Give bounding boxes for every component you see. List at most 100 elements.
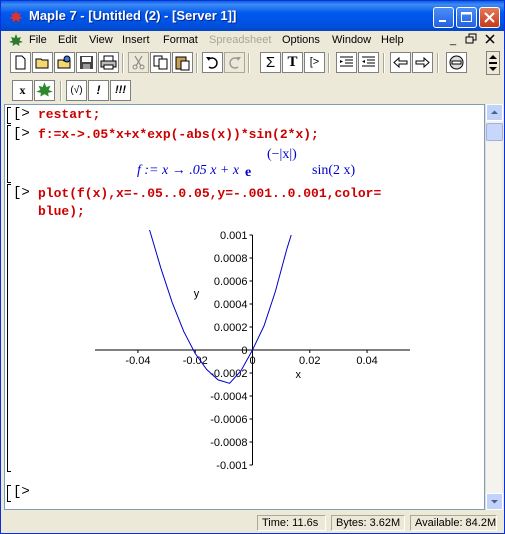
back-icon — [393, 56, 408, 69]
execute-button[interactable]: ! — [88, 80, 109, 101]
toolbar-separator — [437, 53, 439, 73]
redo-icon — [229, 57, 241, 69]
back-button[interactable] — [390, 52, 411, 73]
y-tick-label: 0.0002 — [214, 322, 248, 334]
outdent-button[interactable] — [336, 52, 357, 73]
toolbar-separator — [328, 53, 330, 73]
menu-options[interactable]: Options — [282, 34, 320, 46]
x-tick-label: 0.02 — [299, 355, 320, 367]
cut-button[interactable] — [128, 52, 149, 73]
title-bar[interactable]: Maple 7 - [Untitled (2) - [Server 1]] — [1, 1, 504, 31]
x-tick-label: -0.04 — [125, 355, 150, 367]
text-button[interactable]: T — [282, 52, 303, 73]
scroll-thumb[interactable] — [486, 123, 503, 141]
prompt-marker: [> — [13, 106, 30, 122]
context-toolbar: x (√) ! !!! — [4, 80, 144, 102]
paste-button[interactable] — [172, 52, 193, 73]
y-tick-label: 0 — [241, 345, 247, 357]
menu-window[interactable]: Window — [332, 34, 371, 46]
maximize-button[interactable] — [456, 7, 477, 28]
new-icon — [15, 55, 26, 70]
input-line-define-f[interactable]: f:=x->.05*x+x*exp(-abs(x))*sin(2*x); — [38, 127, 319, 142]
group-bracket — [7, 485, 11, 502]
input-line-plot[interactable]: plot(f(x),x=-.05..0.05,y=-.001..0.001,co… — [38, 186, 381, 201]
y-tick-label: 0.0004 — [214, 299, 248, 311]
prompt-marker: [> — [13, 126, 30, 142]
save-icon — [80, 56, 93, 69]
status-time: Time: 11.6s — [257, 515, 326, 531]
forward-icon — [415, 56, 430, 69]
copy-button[interactable] — [150, 52, 171, 73]
main-toolbar: Σ T [> — [4, 51, 501, 78]
indent-button[interactable] — [358, 52, 379, 73]
maple-input-button[interactable]: x — [12, 80, 33, 101]
output-lhs: f := x → .05 x + x — [137, 163, 240, 178]
mdi-minimize-button[interactable]: _ — [446, 33, 460, 47]
menu-spreadsheet[interactable]: Spreadsheet — [209, 34, 271, 46]
forward-button[interactable] — [412, 52, 433, 73]
scroll-arrows-icon — [489, 55, 497, 71]
scroll-up-button[interactable] — [486, 104, 503, 121]
print-button[interactable] — [98, 52, 119, 73]
mdi-close-button[interactable] — [483, 33, 497, 47]
y-tick-label: -0.0006 — [210, 414, 247, 426]
paste-icon — [175, 56, 190, 71]
toolbar-separator — [196, 53, 198, 73]
new-button[interactable] — [10, 52, 31, 73]
y-tick-label: -0.001 — [216, 460, 247, 472]
redo-button[interactable] — [224, 52, 245, 73]
copy-icon — [153, 55, 168, 70]
mdi-restore-button[interactable] — [464, 33, 478, 47]
document-menu-icon[interactable] — [8, 33, 24, 49]
prompt-marker: [> — [13, 185, 30, 201]
outdent-icon — [340, 56, 353, 67]
open-button[interactable] — [32, 52, 53, 73]
group-bracket — [7, 125, 11, 183]
stop-button[interactable] — [446, 52, 467, 73]
open-url-button[interactable] — [54, 52, 75, 73]
status-bar: Time: 11.6s Bytes: 3.62M Available: 84.2… — [2, 511, 503, 533]
y-tick-label: 0.0008 — [214, 253, 248, 265]
input-line-restart[interactable]: restart; — [38, 107, 100, 122]
y-tick-label: -0.0008 — [210, 437, 247, 449]
scroll-down-button[interactable] — [486, 493, 503, 510]
close-button[interactable] — [479, 7, 500, 28]
toolbar-scroll[interactable] — [486, 51, 500, 75]
output-exponent: (−|x|) — [267, 147, 297, 162]
x-tick-label: 0.04 — [356, 355, 377, 367]
group-bracket — [7, 184, 11, 472]
input-line-plot-cont[interactable]: blue); — [38, 204, 85, 219]
maple-window: Maple 7 - [Untitled (2) - [Server 1]] Fi… — [0, 0, 505, 534]
maple-leaf-button[interactable] — [34, 80, 55, 101]
toolbar-separator — [248, 53, 250, 73]
sigma-button[interactable]: Σ — [260, 52, 281, 73]
prompt-marker: [> — [13, 484, 30, 500]
minimize-button[interactable] — [433, 7, 454, 28]
check-syntax-button[interactable]: (√) — [66, 80, 87, 101]
output-sin: sin(2 x) — [312, 163, 356, 178]
menu-view[interactable]: View — [89, 34, 113, 46]
status-available: Available: 84.2M — [410, 515, 497, 531]
execute-all-button[interactable]: !!! — [110, 80, 131, 101]
close-icon — [485, 34, 495, 44]
status-bytes: Bytes: 3.62M — [331, 515, 405, 531]
menu-help[interactable]: Help — [381, 34, 404, 46]
undo-button[interactable] — [202, 52, 223, 73]
vertical-scrollbar[interactable] — [485, 104, 503, 510]
y-axis-label: y — [194, 288, 200, 300]
menu-format[interactable]: Format — [163, 34, 198, 46]
menu-bar: File Edit View Insert Format Spreadsheet… — [2, 31, 503, 51]
plot-output[interactable]: -0.04 -0.02 0 0.02 0.040.0010.00080.00060.00… — [65, 230, 425, 475]
save-button[interactable] — [76, 52, 97, 73]
y-tick-label: 0.001 — [220, 230, 248, 242]
menu-edit[interactable]: Edit — [58, 34, 77, 46]
maple-leaf-icon — [9, 10, 23, 24]
toolbar-separator — [122, 53, 124, 73]
menu-file[interactable]: File — [29, 34, 47, 46]
worksheet[interactable]: [> restart; [> f:=x->.05*x+x*exp(-abs(x)… — [4, 104, 485, 510]
toolbar-separator — [383, 53, 385, 73]
cut-icon — [132, 55, 145, 70]
prompt-button[interactable]: [> — [304, 52, 325, 73]
menu-insert[interactable]: Insert — [122, 34, 150, 46]
close-icon — [484, 12, 495, 23]
